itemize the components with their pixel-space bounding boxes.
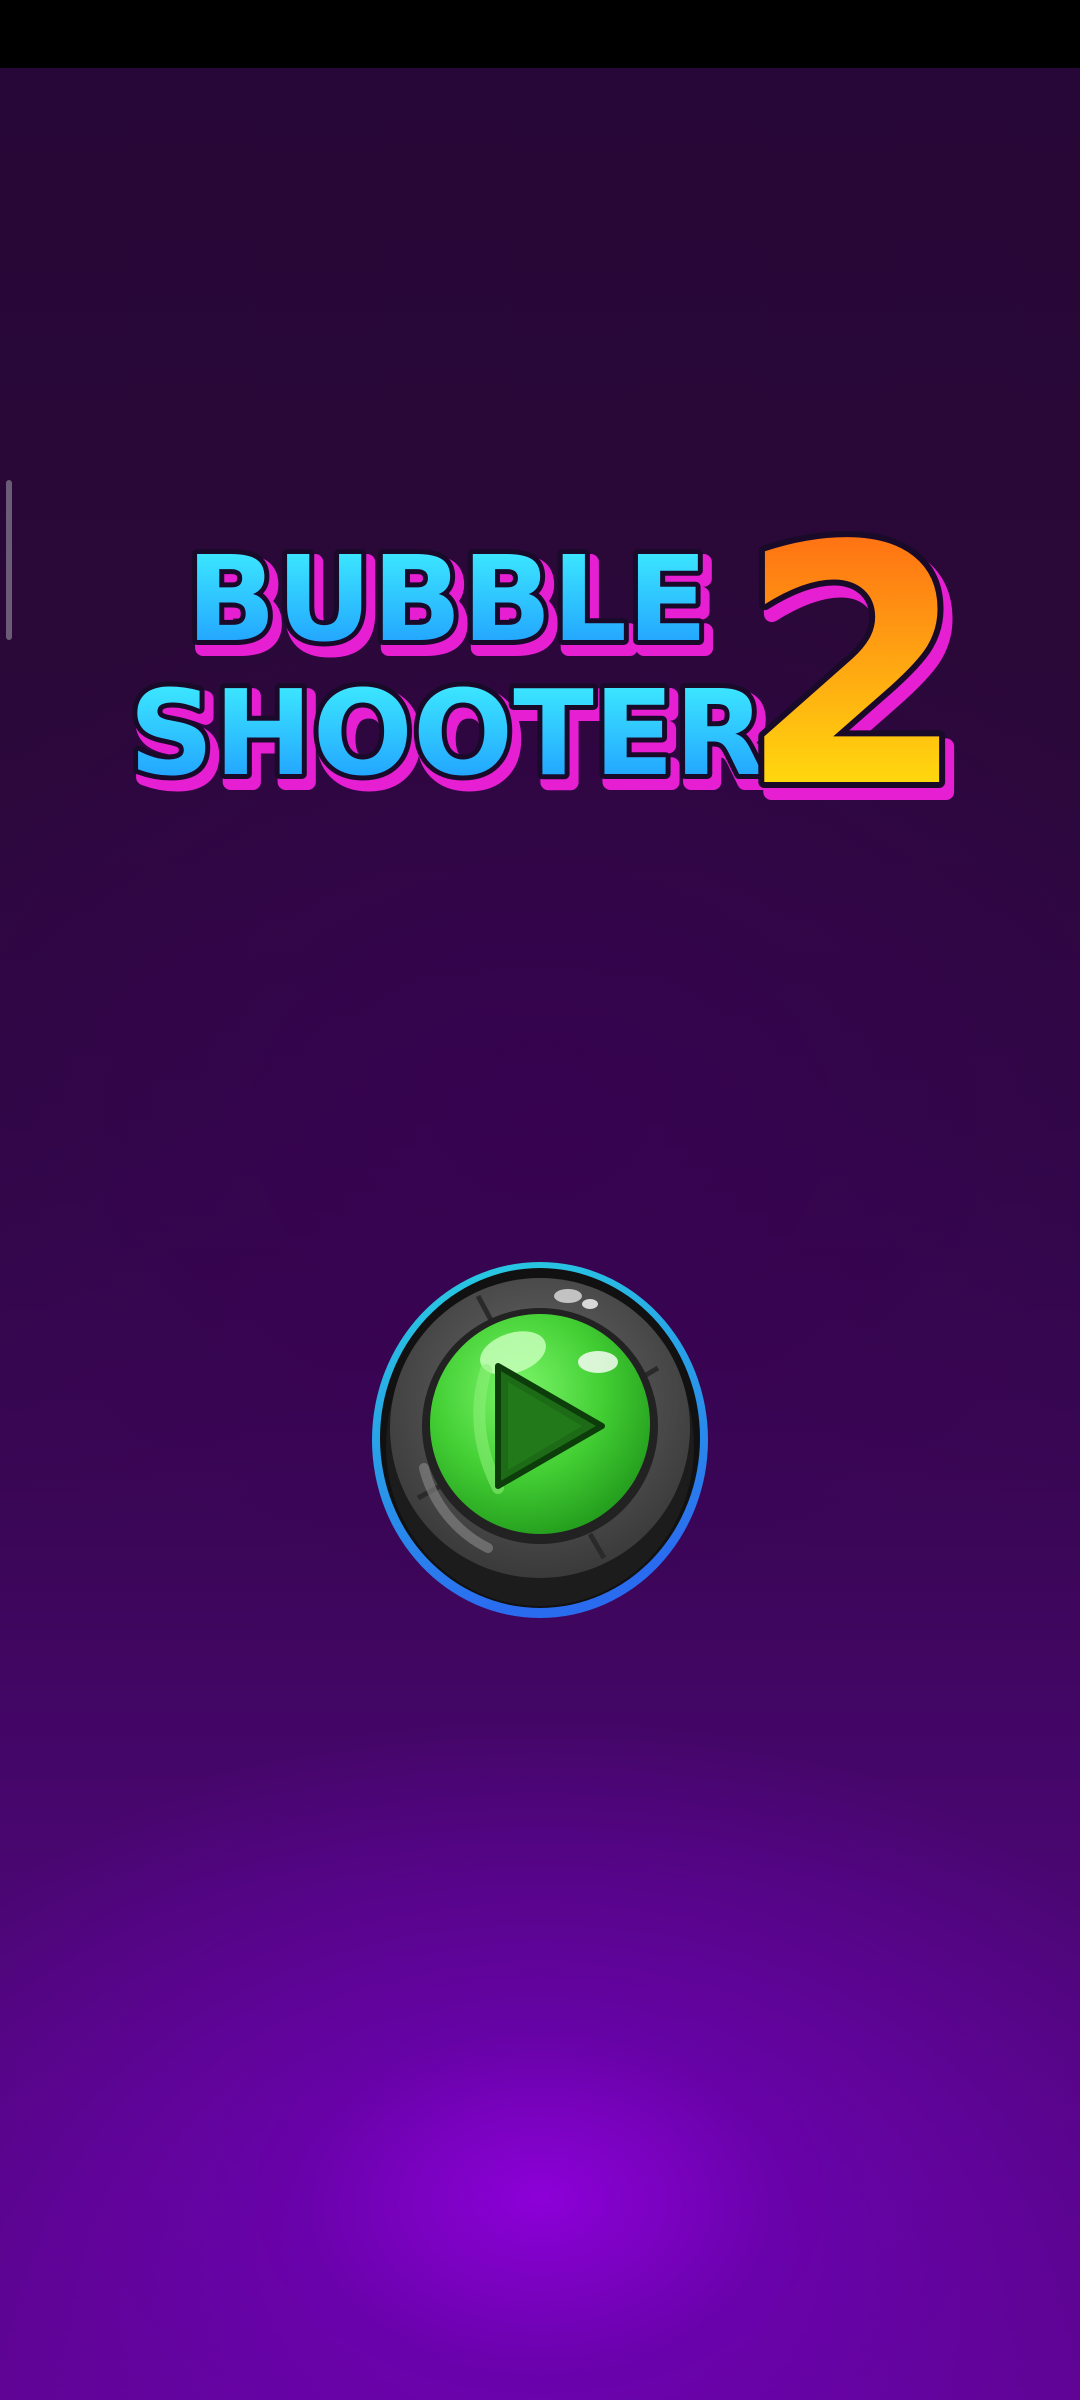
game-background [0,68,1080,2400]
title-line2: SHOOTER [129,664,765,802]
title-number: 2 [738,490,968,810]
game-screen: BUBBLE BUBBLE SHOOTER SHOOTER 2 2 [0,0,1080,2400]
title-line1: BUBBLE [186,530,707,668]
edge-panel-handle[interactable] [6,480,12,640]
play-button[interactable] [368,1258,712,1622]
game-title-logo: BUBBLE BUBBLE SHOOTER SHOOTER 2 2 [124,490,980,810]
status-bar [0,0,1080,68]
